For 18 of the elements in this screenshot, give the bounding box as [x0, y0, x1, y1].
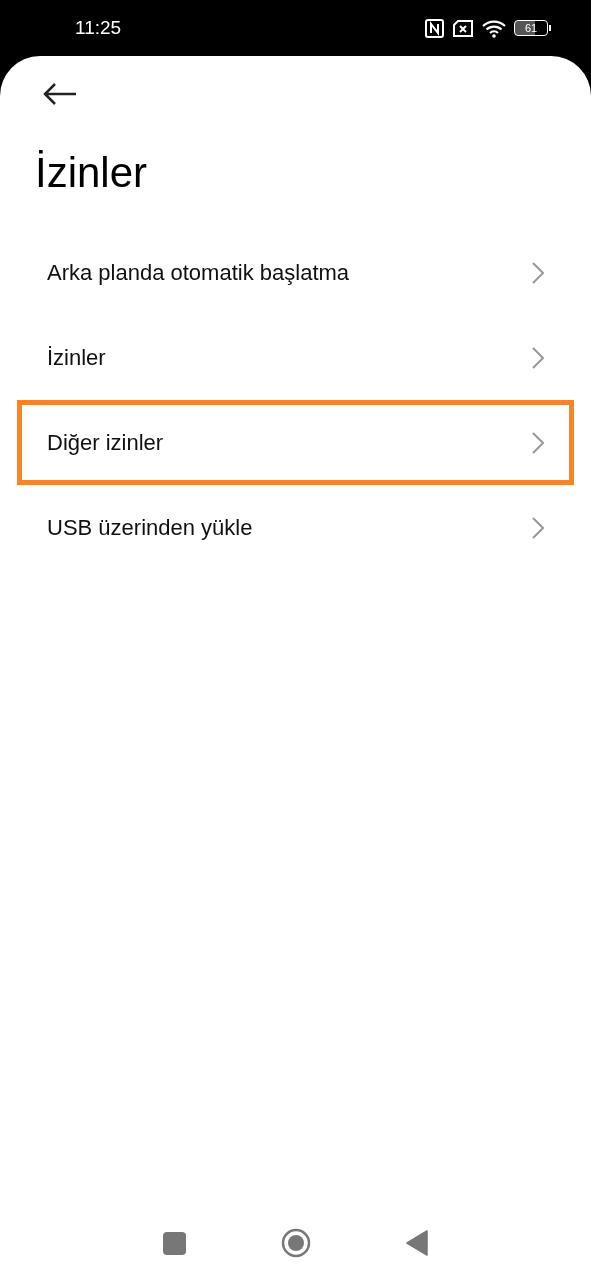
- chevron-right-icon: [532, 346, 544, 369]
- chevron-right-icon: [532, 431, 544, 454]
- chevron-right-icon: [532, 261, 544, 284]
- menu-item[interactable]: Arka planda otomatik başlatma: [17, 230, 574, 316]
- page-title: İzinler: [35, 150, 149, 197]
- chevron-right-icon: [532, 516, 544, 539]
- recents-button[interactable]: [163, 1231, 186, 1255]
- status-time: 11:25: [75, 15, 122, 40]
- nfc-icon: [425, 18, 444, 38]
- wifi-icon: [482, 18, 506, 38]
- home-button[interactable]: [281, 1228, 311, 1258]
- no-sim-icon: [452, 19, 474, 37]
- menu-item[interactable]: USB üzerinden yükle: [17, 485, 574, 571]
- battery-icon: 61: [514, 20, 551, 36]
- highlighted-menu-item[interactable]: Diğer izinler: [17, 400, 574, 486]
- back-nav-button[interactable]: [406, 1230, 428, 1256]
- menu-item[interactable]: İzinler: [17, 315, 574, 401]
- back-button[interactable]: [42, 82, 78, 106]
